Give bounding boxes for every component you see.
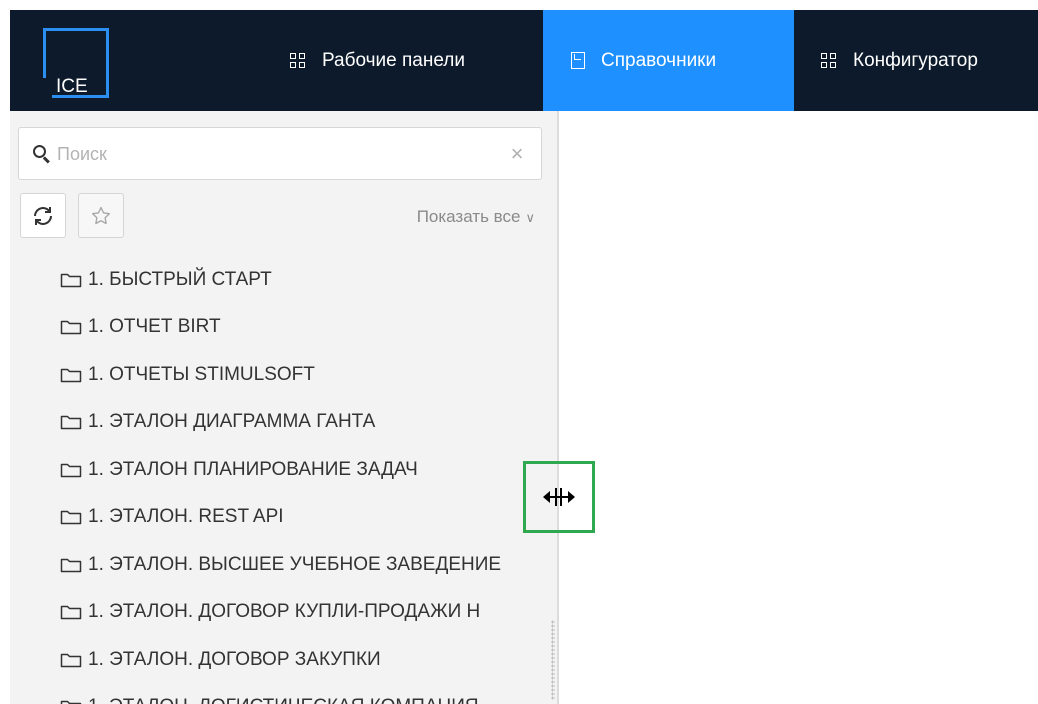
tree-item[interactable]: 1. ЭТАЛОН. ДОГОВОР ЗАКУПКИ (60, 636, 550, 684)
folder-icon (60, 653, 82, 667)
tree-item-label: 1. ОТЧЕТЫ STIMULSOFT (88, 363, 315, 385)
top-header: ICE Рабочие панели Справочники Конфигура… (10, 10, 1038, 111)
folder-icon (60, 558, 82, 572)
favorites-button[interactable] (78, 193, 124, 238)
tree-item-label: 1. ОТЧЕТ BIRT (88, 316, 221, 338)
nav-dashboards-label: Рабочие панели (322, 49, 465, 71)
show-all-label: Показать все (416, 207, 521, 226)
resize-highlight (523, 461, 595, 533)
refresh-button[interactable] (20, 193, 66, 238)
folder-icon (60, 701, 82, 704)
tree-item[interactable]: 1. ЭТАЛОН ПЛАНИРОВАНИЕ ЗАДАЧ (60, 446, 550, 494)
show-all-dropdown[interactable]: Показать все ∨ (417, 207, 535, 227)
logo-frame-gap (40, 78, 52, 104)
top-nav: Рабочие панели Справочники Конфигуратор (268, 10, 1038, 111)
folder-icon (60, 273, 82, 287)
tree-item[interactable]: 1. БЫСТРЫЙ СТАРТ (60, 256, 550, 304)
nav-directories-label: Справочники (601, 49, 717, 71)
sidebar-splitter[interactable] (557, 111, 559, 704)
tree-item-label: 1. ЭТАЛОН ДИАГРАММА ГАНТА (88, 411, 376, 433)
tree-item[interactable]: 1. ОТЧЕТ BIRT (60, 304, 550, 352)
tree-item-label: 1. ЭТАЛОН ПЛАНИРОВАНИЕ ЗАДАЧ (88, 458, 418, 480)
grid-icon (290, 52, 306, 69)
star-icon (91, 206, 111, 224)
tree-item[interactable]: 1. ОТЧЕТЫ STIMULSOFT (60, 351, 550, 399)
close-icon[interactable]: × (505, 140, 529, 168)
tree-item[interactable]: 1. ЭТАЛОН. ДОГОВОР КУПЛИ-ПРОДАЖИ Н (60, 589, 550, 637)
folder-icon (60, 321, 82, 335)
logo-text: ICE (56, 76, 88, 97)
refresh-icon (34, 206, 52, 225)
tree-item-label: 1. ЭТАЛОН. REST API (88, 506, 284, 528)
tree-item[interactable]: 1. ЭТАЛОН. ВЫСШЕЕ УЧЕБНОЕ ЗАВЕДЕНИЕ (60, 541, 550, 589)
chevron-down-icon: ∨ (525, 210, 535, 225)
tree-item[interactable]: 1. ЭТАЛОН ДИАГРАММА ГАНТА (60, 399, 550, 447)
tree-item[interactable]: 1. ЭТАЛОН. REST API (60, 494, 550, 542)
folder-icon (60, 463, 82, 477)
sidebar-panel: × Показать все ∨ 1. БЫСТРЫЙ СТАРТ 1. ОТЧЕТ… (10, 111, 557, 704)
folder-icon (60, 368, 82, 382)
tree-item-label: 1. ЭТАЛОН. ДОГОВОР КУПЛИ-ПРОДАЖИ Н (88, 601, 481, 623)
folder-icon (60, 416, 82, 430)
tree-item-label: 1. БЫСТРЫЙ СТАРТ (88, 268, 272, 290)
search-input[interactable] (57, 140, 497, 168)
nav-dashboards[interactable]: Рабочие панели (268, 10, 543, 111)
tree-item[interactable]: 1. ЭТАЛОН. ЛОГИСТИЧЕСКАЯ КОМПАНИЯ (60, 684, 550, 704)
search-icon (33, 145, 51, 164)
nav-configurator[interactable]: Конфигуратор (794, 10, 1038, 111)
drag-handle-dots[interactable] (551, 620, 555, 700)
directory-tree: 1. БЫСТРЫЙ СТАРТ 1. ОТЧЕТ BIRT 1. ОТЧЕТЫ S… (60, 256, 550, 704)
folder-icon (60, 606, 82, 620)
tree-item-label: 1. ЭТАЛОН. ЛОГИСТИЧЕСКАЯ КОМПАНИЯ (88, 696, 479, 704)
tree-item-label: 1. ЭТАЛОН. ДОГОВОР ЗАКУПКИ (88, 648, 381, 670)
search-box: × (18, 127, 542, 180)
tree-item-label: 1. ЭТАЛОН. ВЫСШЕЕ УЧЕБНОЕ ЗАВЕДЕНИЕ (88, 553, 502, 575)
nav-configurator-label: Конфигуратор (853, 49, 978, 71)
folder-icon (60, 511, 82, 525)
resize-cursor-icon (543, 488, 575, 506)
grid-icon (821, 52, 837, 69)
book-icon (571, 52, 585, 69)
nav-directories[interactable]: Справочники (543, 10, 794, 111)
